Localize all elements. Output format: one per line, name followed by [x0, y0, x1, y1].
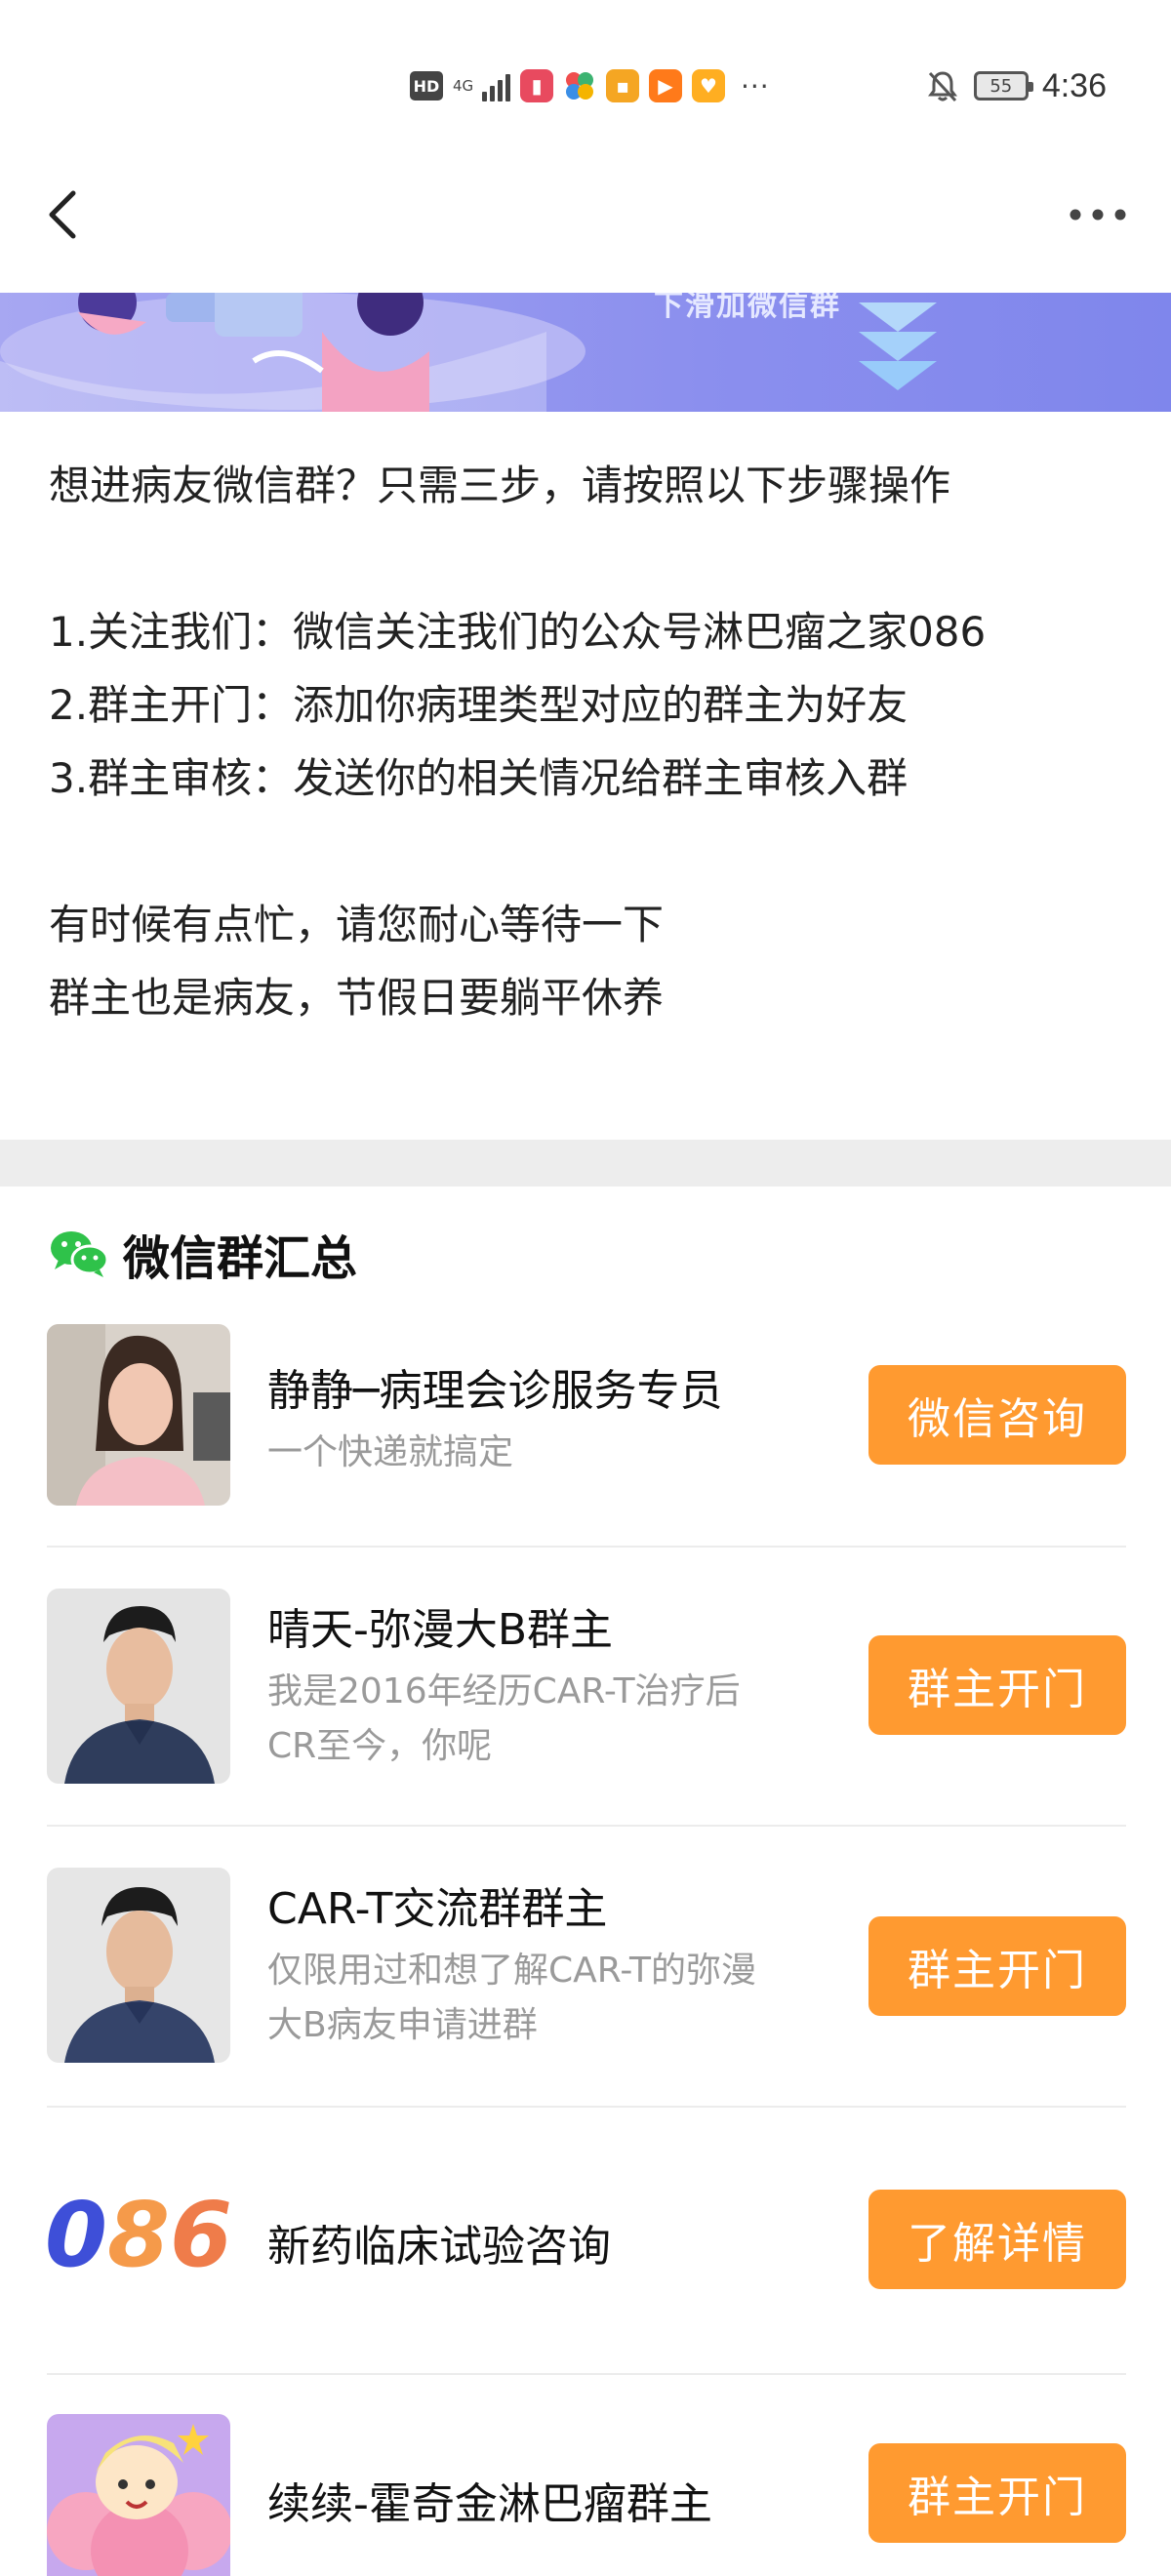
battery-icon: 55 [973, 71, 1033, 101]
group-owner-open-button[interactable]: 群主开门 [868, 1635, 1126, 1735]
intro-headline: 想进病友微信群？只需三步，请按照以下步骤操作 [49, 462, 951, 509]
more-notifications-icon: ··· [741, 69, 770, 102]
svg-text:086: 086 [47, 2183, 230, 2287]
book-app-icon: ▮ [520, 69, 553, 102]
pinwheel-app-icon [563, 69, 596, 102]
status-bar: HD 4G ▮ ▪ ▶ ♥ ··· 55 4:36 [0, 0, 1171, 171]
status-right-icons: 55 4:36 [925, 64, 1107, 107]
group-description-line: 仅限用过和想了解CAR-T的弥漫 [267, 1951, 756, 1991]
more-dots-icon [1070, 209, 1126, 221]
list-item: 续续-霍奇金淋巴瘤群主 群主开门 [47, 2414, 1126, 2576]
list-item: 静静─病理会诊服务专员 一个快递就搞定 微信咨询 [47, 1324, 1126, 1506]
note-2: 群主也是病友，节假日要躺平休养 [49, 974, 665, 1022]
group-description: 仅限用过和想了解CAR-T的弥漫 大B病友申请进群 [267, 1944, 833, 2053]
row-divider [47, 1546, 1126, 1548]
intro-text: 想进病友微信群？只需三步，请按照以下步骤操作 1.关注我们：微信关注我们的公众号… [49, 449, 1142, 1034]
step-3: 3.群主审核：发送你的相关情况给群主审核入群 [49, 754, 909, 802]
group-name: 静静─病理会诊服务专员 [267, 1366, 723, 1416]
group-description-line: CR至今，你呢 [267, 1726, 493, 1766]
back-button[interactable] [39, 185, 88, 244]
wechat-group-banner[interactable]: 下滑加微信群 [0, 293, 1171, 412]
status-left-icons: HD 4G ▮ ▪ ▶ ♥ ··· [410, 64, 770, 107]
group-description-line: 一个快递就搞定 [267, 1432, 514, 1472]
logo-086: 086 [47, 2164, 230, 2314]
avatar [47, 1868, 230, 2063]
banner-label: 下滑加微信群 [654, 293, 841, 323]
hd-indicator: HD [410, 71, 443, 101]
note-1: 有时候有点忙，请您耐心等待一下 [49, 901, 665, 948]
group-name: 续续-霍奇金淋巴瘤群主 [267, 2479, 712, 2529]
row-divider [47, 2106, 1126, 2108]
learn-more-button[interactable]: 了解详情 [868, 2190, 1126, 2289]
bell-muted-icon [925, 68, 960, 103]
avatar [47, 1589, 230, 1784]
network-type: 4G [453, 77, 474, 95]
row-divider [47, 1825, 1126, 1827]
list-item: 晴天-弥漫大B群主 我是2016年经历CAR-T治疗后 CR至今，你呢 群主开门 [47, 1589, 1126, 1784]
list-item: 086 新药临床试验咨询 了解详情 [47, 2164, 1126, 2314]
group-description-line: 大B病友申请进群 [267, 2005, 538, 2045]
box-app-icon: ▪ [606, 69, 639, 102]
group-description: 一个快递就搞定 [267, 1426, 833, 1480]
row-divider [47, 2373, 1126, 2375]
clock: 4:36 [1041, 66, 1107, 104]
step-1: 1.关注我们：微信关注我们的公众号淋巴瘤之家086 [49, 608, 987, 656]
group-name: 新药临床试验咨询 [267, 2222, 611, 2272]
banner-illustration [0, 293, 937, 412]
group-name: 晴天-弥漫大B群主 [267, 1605, 614, 1655]
wechat-icon [51, 1231, 109, 1277]
group-description: 我是2016年经历CAR-T治疗后 CR至今，你呢 [267, 1665, 833, 1774]
back-chevron-icon [49, 190, 76, 239]
wechat-consult-button[interactable]: 微信咨询 [868, 1365, 1126, 1465]
group-owner-open-button[interactable]: 群主开门 [868, 2443, 1126, 2543]
section-divider [0, 1140, 1171, 1187]
avatar [47, 2414, 230, 2576]
avatar [47, 1324, 230, 1506]
groups-section-title: 微信群汇总 [123, 1231, 358, 1286]
group-name: CAR-T交流群群主 [267, 1884, 608, 1934]
groups-section-header: 微信群汇总 [49, 1220, 357, 1288]
heart-shield-app-icon: ♥ [692, 69, 725, 102]
signal-icon [482, 70, 510, 101]
play-app-icon: ▶ [649, 69, 682, 102]
step-2: 2.群主开门：添加你病理类型对应的群主为好友 [49, 681, 909, 729]
list-item: CAR-T交流群群主 仅限用过和想了解CAR-T的弥漫 大B病友申请进群 群主开… [47, 1868, 1126, 2063]
group-description-line: 我是2016年经历CAR-T治疗后 [267, 1671, 741, 1711]
more-button[interactable] [1064, 195, 1132, 234]
group-owner-open-button[interactable]: 群主开门 [868, 1916, 1126, 2016]
